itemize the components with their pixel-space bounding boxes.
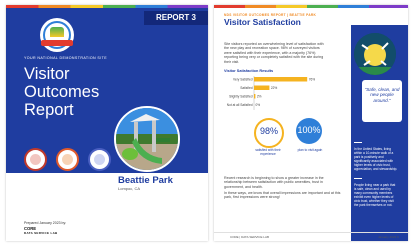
chart-value-label: 2% xyxy=(257,95,262,99)
cover-subtitle: YOUR NATIONAL DEMONSTRATION SITE xyxy=(24,56,108,60)
chart-value-label: 76% xyxy=(309,78,316,82)
side-note-civic-trust: In the United States, living within a 10… xyxy=(354,147,398,171)
chart-category-label: Slightly Satisfied xyxy=(229,95,253,99)
chart-bar xyxy=(254,94,256,99)
side-note-community: People living near a park that is safe, … xyxy=(354,183,396,207)
chart-value-label: 22% xyxy=(271,86,278,90)
partner-seal-3 xyxy=(88,148,111,171)
cover-page: REPORT 3 YOUR NATIONAL DEMONSTRATION SIT… xyxy=(6,5,208,241)
stat-visit-again-circle: 100% xyxy=(296,118,322,144)
report-tag: REPORT 3 xyxy=(144,11,208,25)
footer-lab: CORE | DATA SERVICE LAB xyxy=(230,235,269,239)
satisfaction-bar-chart: Very Satisfied 76% Satisfied 22% Slightly Sa… xyxy=(227,76,316,110)
chart-bar xyxy=(254,77,308,82)
body-paragraph-2: In these ways, we know that overall impr… xyxy=(224,191,341,200)
chart-category-label: Not at all Satisfied xyxy=(227,103,253,107)
partner-seal-1 xyxy=(24,148,47,171)
footer-date-page: January 2023 9 xyxy=(378,235,399,239)
stat-visit-again-caption: plan to visit again xyxy=(297,148,323,152)
interior-page: NDS VISITOR OUTCOMES REPORT | BEATTIE PA… xyxy=(214,5,408,241)
section-title: Visitor Satisfaction xyxy=(224,17,301,27)
park-location: Lompoc, CA xyxy=(118,186,141,191)
stat-satisfied-caption: satisfied with their experience xyxy=(255,148,281,156)
playground-photo xyxy=(114,106,180,172)
chart-category-label: Satisfied xyxy=(240,86,252,90)
partner-seal-2 xyxy=(56,148,79,171)
chart-bar xyxy=(254,85,270,90)
footer-divider xyxy=(214,232,408,233)
stat-visit-again-value: 100% xyxy=(297,125,321,135)
body-paragraph-1: Recent research is beginning to show a g… xyxy=(224,176,324,189)
lab-name-line2: DATA SERVICE LAB xyxy=(24,231,58,235)
chart-category-label: Very Satisfied xyxy=(233,78,253,82)
stat-satisfied-circle: 98% xyxy=(254,118,284,148)
intro-paragraph: Site visitors reported an overwhelming l… xyxy=(224,42,324,64)
data-service-lab-logo: CORE DATA SERVICE LAB xyxy=(24,226,64,235)
cover-title: Visitor Outcomes Report xyxy=(24,65,100,119)
park-name: Beattie Park xyxy=(118,175,173,186)
rainbow-stripe xyxy=(214,5,408,8)
chart-title: Visitor Satisfaction Results xyxy=(224,69,274,73)
visitor-quote: "Safe, clean, and new people around." xyxy=(364,87,400,103)
chart-value-label: 0% xyxy=(256,103,261,107)
stat-satisfied-value: 98% xyxy=(259,126,278,136)
rainbow-stripe xyxy=(6,5,208,8)
prepared-by: Prepared January 2023 by: xyxy=(24,221,67,225)
fountain-photo xyxy=(354,33,396,75)
national-demonstration-site-logo xyxy=(40,18,74,52)
